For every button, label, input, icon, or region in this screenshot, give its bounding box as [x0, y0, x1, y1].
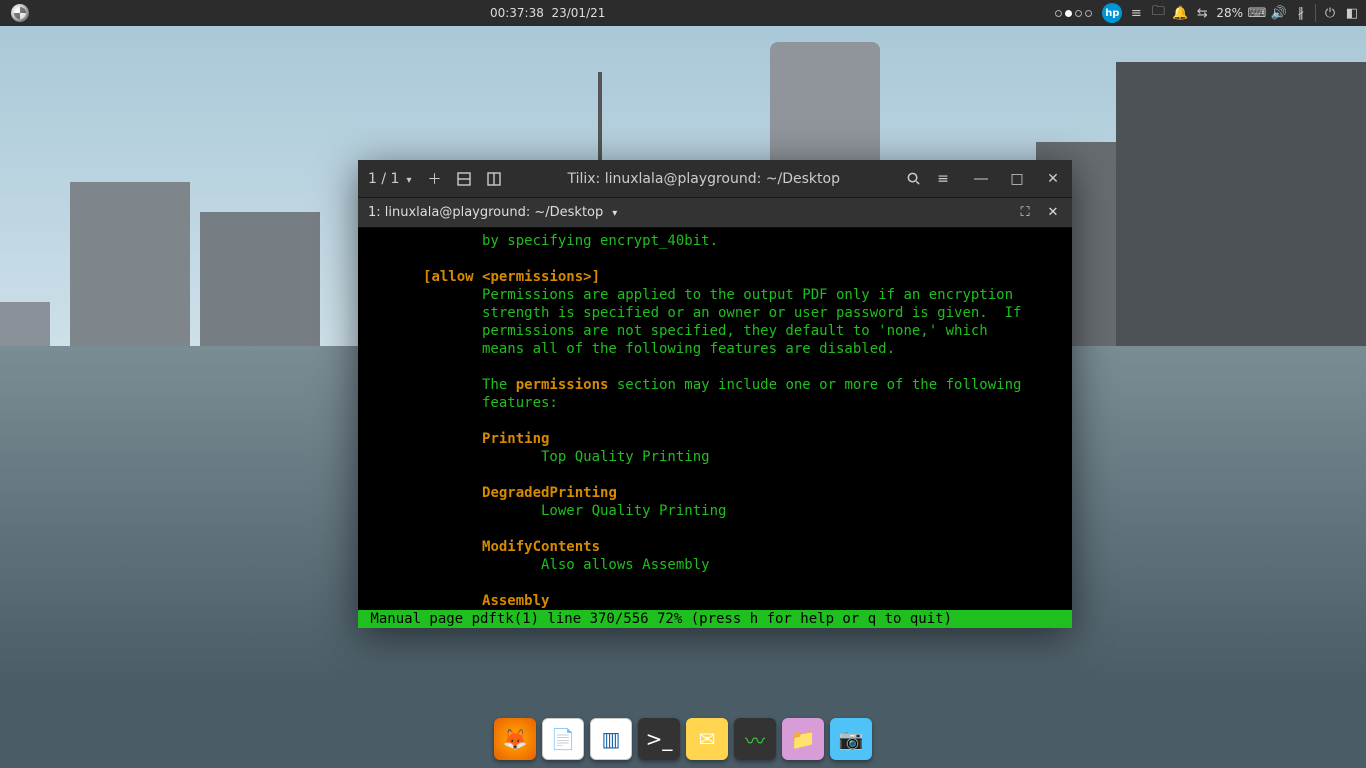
man-line: Top Quality Printing — [364, 449, 710, 465]
man-line — [364, 539, 482, 555]
terminal-window: 1 / 1 ＋ Tilix: linuxlala@playground: ~/D… — [358, 160, 1072, 628]
man-keyword: Printing — [482, 431, 549, 447]
power-icon[interactable]: ⏻ — [1322, 5, 1338, 21]
chevron-down-icon[interactable] — [609, 205, 617, 220]
man-line — [364, 431, 482, 447]
chevron-down-icon[interactable] — [403, 171, 411, 187]
fullscreen-pane-icon[interactable]: ⛶ — [1016, 204, 1034, 222]
man-line — [364, 269, 423, 285]
distro-logo-icon[interactable] — [11, 4, 29, 22]
dock-firefox[interactable]: 🦊 — [494, 718, 536, 760]
shutdown-icon[interactable]: ◧ — [1344, 5, 1360, 21]
terminal-viewport[interactable]: by specifying encrypt_40bit. [allow <per… — [358, 228, 1072, 628]
firefox-icon: 🦊 — [503, 727, 528, 751]
man-keyword: DegradedPrinting — [482, 485, 617, 501]
hp-logo-icon[interactable]: hp — [1102, 3, 1122, 23]
volume-icon[interactable]: 🔊 — [1271, 5, 1287, 21]
man-line: strength is specified or an owner or use… — [364, 305, 1021, 321]
man-keyword: permissions — [516, 377, 609, 393]
sync-icon[interactable]: ⇆ — [1194, 5, 1210, 21]
virtualbox-icon: ▥ — [602, 727, 621, 751]
dock-office[interactable]: 📄 — [542, 718, 584, 760]
pager-statusline: Manual page pdftk(1) line 370/556 72% (p… — [358, 610, 1072, 628]
session-counter[interactable]: 1 / 1 — [368, 171, 411, 187]
dock-files[interactable]: 📁 — [782, 718, 824, 760]
notification-bell-icon[interactable]: 🔔 — [1172, 5, 1188, 21]
keyboard-icon[interactable]: ⌨ — [1249, 5, 1265, 21]
session-counter-label: 1 / 1 — [368, 171, 399, 187]
man-line — [364, 593, 482, 609]
man-line: features: — [364, 395, 558, 411]
maximize-button[interactable]: □ — [1008, 170, 1026, 188]
dock-monitor[interactable]: 〰 — [734, 718, 776, 760]
man-line: permissions are not specified, they defa… — [364, 323, 988, 339]
man-line: Also allows Assembly — [364, 557, 710, 573]
man-keyword: ModifyContents — [482, 539, 600, 555]
man-keyword: [allow <permissions>] — [423, 269, 600, 285]
top-panel: 00:37:38 23/01/21 hp ≡ 🗀 🔔 ⇆ 28% ⌨ 🔊 ∦ ⏻… — [0, 0, 1366, 26]
window-title: Tilix: linuxlala@playground: ~/Desktop — [515, 171, 892, 187]
folder-icon: 📁 — [791, 727, 816, 751]
man-line: Permissions are applied to the output PD… — [364, 287, 1013, 303]
split-right-button[interactable] — [485, 170, 503, 188]
panel-date: 23/01/21 — [551, 6, 605, 20]
menu-icon[interactable]: ≡ — [1128, 5, 1144, 21]
terminal-tabbar: 1: linuxlala@playground: ~/Desktop ⛶ ✕ — [358, 198, 1072, 228]
terminal-tab-label: 1: linuxlala@playground: ~/Desktop — [368, 205, 603, 220]
panel-time: 00:37:38 — [490, 6, 544, 20]
mail-icon: ✉ — [699, 727, 716, 751]
close-pane-icon[interactable]: ✕ — [1044, 204, 1062, 222]
man-line: section may include one or more of the f… — [608, 377, 1021, 393]
man-line — [364, 485, 482, 501]
panel-clock[interactable]: 00:37:38 23/01/21 — [40, 6, 1055, 20]
monitor-icon: 〰 — [745, 725, 765, 754]
man-line: Lower Quality Printing — [364, 503, 726, 519]
dock-screenshot[interactable]: 📷 — [830, 718, 872, 760]
document-icon: 📄 — [551, 727, 576, 751]
minimize-button[interactable]: ― — [972, 170, 990, 188]
close-button[interactable]: ✕ — [1044, 170, 1062, 188]
split-down-button[interactable] — [455, 170, 473, 188]
terminal-tab[interactable]: 1: linuxlala@playground: ~/Desktop — [368, 205, 1016, 220]
dock-mail[interactable]: ✉ — [686, 718, 728, 760]
dock-terminal[interactable]: >_ — [638, 718, 680, 760]
man-keyword: Assembly — [482, 593, 549, 609]
files-tray-icon[interactable]: 🗀 — [1150, 5, 1166, 21]
hamburger-menu-icon[interactable]: ≡ — [934, 170, 952, 188]
battery-percent: 28% — [1216, 6, 1243, 20]
add-terminal-button[interactable]: ＋ — [425, 170, 443, 188]
separator — [1315, 4, 1316, 22]
man-line: means all of the following features are … — [364, 341, 895, 357]
terminal-icon: >_ — [646, 727, 673, 751]
dock: 🦊 📄 ▥ >_ ✉ 〰 📁 📷 — [494, 718, 872, 760]
camera-icon: 📷 — [839, 727, 864, 751]
dock-virtualbox[interactable]: ▥ — [590, 718, 632, 760]
man-line: The — [364, 377, 516, 393]
search-icon[interactable] — [904, 170, 922, 188]
workspace-switcher[interactable] — [1055, 10, 1092, 17]
bluetooth-icon[interactable]: ∦ — [1293, 5, 1309, 21]
window-titlebar[interactable]: 1 / 1 ＋ Tilix: linuxlala@playground: ~/D… — [358, 160, 1072, 198]
man-line: by specifying encrypt_40bit. — [364, 233, 718, 249]
